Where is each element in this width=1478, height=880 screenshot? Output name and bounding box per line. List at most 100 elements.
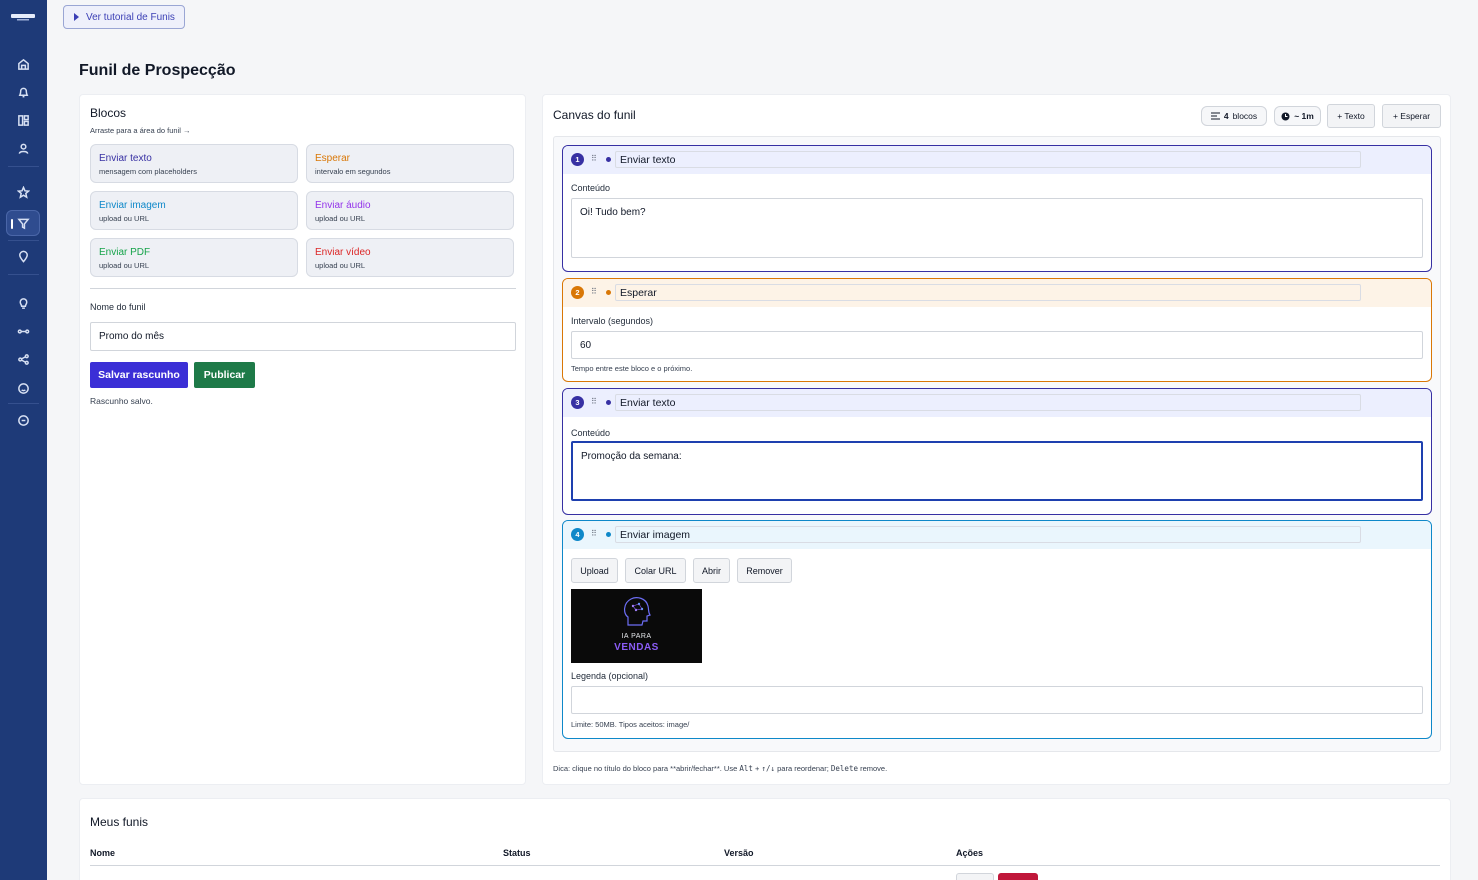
palette-item-subtitle: upload ou URL xyxy=(99,261,150,270)
block-title[interactable]: Enviar texto xyxy=(615,151,1361,168)
pin-icon[interactable] xyxy=(6,243,40,269)
tutorial-button[interactable]: Ver tutorial de Funis xyxy=(63,5,185,29)
save-status: Rascunho salvo. xyxy=(90,396,153,406)
palette-item-title: Esperar xyxy=(315,153,351,164)
palette-item-title: Enviar imagem xyxy=(99,200,166,211)
block-type-dot xyxy=(606,532,611,537)
palette-item-send-image[interactable]: Enviar imagem upload ou URL xyxy=(90,191,298,230)
palette-divider xyxy=(90,288,516,289)
paste-url-button[interactable]: Colar URL xyxy=(625,558,686,583)
palette-item-send-audio[interactable]: Enviar áudio upload ou URL xyxy=(306,191,514,230)
funnel-block: 1 ⠿ Enviar texto Conteúdo Oi! Tudo bem? xyxy=(562,145,1432,272)
block-header[interactable]: 2 ⠿ Esperar xyxy=(563,279,1431,307)
block-type-dot xyxy=(606,400,611,405)
tutorial-button-label: Ver tutorial de Funis xyxy=(86,11,175,23)
palette-item-title: Enviar áudio xyxy=(315,200,371,211)
bell-icon[interactable] xyxy=(6,79,40,105)
image-text-line2: VENDAS xyxy=(614,642,659,653)
palette-item-subtitle: upload ou URL xyxy=(315,261,366,270)
funnel-name-input[interactable]: Promo do mês xyxy=(90,322,516,351)
palette-item-send-pdf[interactable]: Enviar PDF upload ou URL xyxy=(90,238,298,277)
block-header[interactable]: 1 ⠿ Enviar texto xyxy=(563,146,1431,174)
smile-icon[interactable] xyxy=(6,375,40,401)
block-title[interactable]: Esperar xyxy=(615,284,1361,301)
star-icon[interactable] xyxy=(6,179,40,205)
bulb-icon[interactable] xyxy=(6,290,40,316)
duration-value: ~ 1m xyxy=(1294,111,1314,121)
tip-key-alt: Alt xyxy=(739,764,753,773)
sidebar-divider xyxy=(8,274,39,275)
my-funnels-title: Meus funis xyxy=(90,815,149,829)
interval-input[interactable]: 60 xyxy=(571,331,1423,359)
sidebar-divider xyxy=(8,240,39,241)
content-textarea[interactable]: Oi! Tudo bem? xyxy=(571,198,1423,258)
column-header-name: Nome xyxy=(90,848,116,858)
canvas-title: Canvas do funil xyxy=(553,108,636,122)
user-icon[interactable] xyxy=(6,135,40,161)
share-icon[interactable] xyxy=(6,346,40,372)
palette-item-title: Enviar PDF xyxy=(99,247,151,258)
palette-title: Blocos xyxy=(90,106,127,120)
brand-logo[interactable] xyxy=(11,11,35,23)
content-textarea-focused[interactable]: Promoção da semana: xyxy=(571,441,1423,501)
funnel-block: 2 ⠿ Esperar Intervalo (segundos) 60 Temp… xyxy=(562,278,1432,382)
delete-funnel-button[interactable] xyxy=(998,873,1038,880)
remove-button[interactable]: Remover xyxy=(737,558,792,583)
brain-head-icon xyxy=(624,597,651,626)
tip-text-1: Dica: clique no título do bloco para **a… xyxy=(553,764,740,773)
content-label: Conteúdo xyxy=(571,428,611,438)
upload-button[interactable]: Upload xyxy=(571,558,618,583)
column-header-actions: Ações xyxy=(956,848,984,858)
filter-icon[interactable] xyxy=(6,210,40,236)
content-label: Conteúdo xyxy=(571,183,611,193)
home-icon[interactable] xyxy=(6,51,40,77)
caption-label: Legenda (opcional) xyxy=(571,671,649,681)
tip-text-3: para reordenar; xyxy=(775,764,831,773)
block-header[interactable]: 4 ⠿ Enviar imagem xyxy=(563,521,1431,549)
drag-handle-icon[interactable]: ⠿ xyxy=(591,287,597,296)
blocks-panel: Blocos Arraste para a área do funil → En… xyxy=(79,94,526,785)
block-type-dot xyxy=(606,290,611,295)
palette-item-send-text[interactable]: Enviar texto mensagem com placeholders xyxy=(90,144,298,183)
tip-key-arrows: ↑/↓ xyxy=(761,764,776,773)
clock-icon xyxy=(1281,112,1290,120)
block-title[interactable]: Enviar texto xyxy=(615,394,1361,411)
canvas-area[interactable]: 1 ⠿ Enviar texto Conteúdo Oi! Tudo bem? … xyxy=(553,136,1441,752)
block-number: 1 xyxy=(571,153,584,166)
column-header-version: Versão xyxy=(724,848,754,858)
edit-funnel-button[interactable] xyxy=(956,873,994,880)
palette-item-send-video[interactable]: Enviar vídeo upload ou URL xyxy=(306,238,514,277)
palette-item-title: Enviar texto xyxy=(99,153,152,164)
sidebar-divider xyxy=(8,166,39,167)
save-draft-button[interactable]: Salvar rascunho xyxy=(90,362,188,388)
drag-handle-icon[interactable]: ⠿ xyxy=(591,529,597,538)
link-icon[interactable] xyxy=(6,318,40,344)
drag-handle-icon[interactable]: ⠿ xyxy=(591,154,597,163)
palette-item-title: Enviar vídeo xyxy=(315,247,371,258)
palette-item-subtitle: mensagem com placeholders xyxy=(99,167,197,176)
block-header[interactable]: 3 ⠿ Enviar texto xyxy=(563,389,1431,417)
chat-icon[interactable] xyxy=(6,407,40,433)
block-title[interactable]: Enviar imagem xyxy=(615,526,1361,543)
open-button[interactable]: Abrir xyxy=(693,558,730,583)
image-preview: IA PARA VENDAS xyxy=(571,589,702,663)
funnel-block: 4 ⠿ Enviar imagem Upload Colar URL Abrir… xyxy=(562,520,1432,739)
publish-button[interactable]: Publicar xyxy=(194,362,255,388)
play-icon xyxy=(74,13,79,21)
keyboard-tip: Dica: clique no título do bloco para **a… xyxy=(553,764,887,773)
block-number: 3 xyxy=(571,396,584,409)
palette-item-wait[interactable]: Esperar intervalo em segundos xyxy=(306,144,514,183)
tip-text-4: remove. xyxy=(857,764,888,773)
caption-input[interactable] xyxy=(571,686,1423,714)
dashboard-icon[interactable] xyxy=(6,107,40,133)
palette-item-subtitle: upload ou URL xyxy=(99,214,150,223)
tip-key-delete: Delete xyxy=(830,764,858,773)
table-header-divider xyxy=(90,865,1440,866)
block-count-pill: 4 blocos xyxy=(1201,106,1267,126)
block-type-dot xyxy=(606,157,611,162)
drag-handle-icon[interactable]: ⠿ xyxy=(591,397,597,406)
upload-limit-hint: Limite: 50MB. Tipos aceitos: image/ xyxy=(571,720,690,729)
canvas-panel: Canvas do funil 4 blocos ~ 1m + Texto + … xyxy=(542,94,1451,785)
add-wait-button[interactable]: + Esperar xyxy=(1382,104,1441,128)
add-text-button[interactable]: + Texto xyxy=(1327,104,1375,128)
